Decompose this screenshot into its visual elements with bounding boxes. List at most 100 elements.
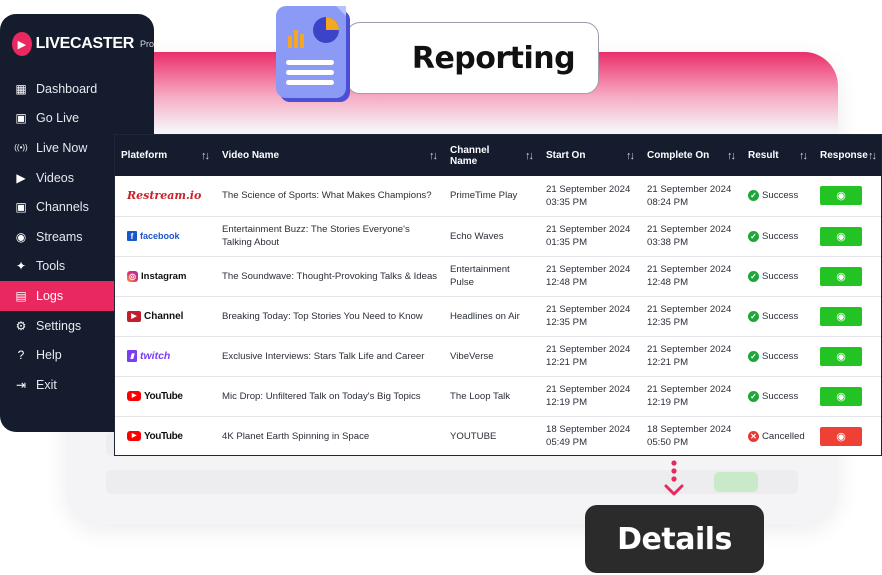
result-label: Success [762, 190, 799, 202]
response-cell: ◉ [814, 176, 881, 216]
platform-logo: ◎ Instagram [127, 270, 210, 283]
table-row[interactable]: ▶ YouTube Mic Drop: Unfiltered Talk on Tod… [115, 376, 881, 416]
report-document-icon [276, 6, 350, 102]
platform-logo: Restream.io [127, 189, 210, 202]
platform-name: Instagram [141, 270, 187, 282]
stream-icon: ◉ [15, 229, 27, 244]
column-header-response[interactable]: Response ↑↓ [814, 135, 881, 176]
result-label: Success [762, 270, 799, 282]
result-label: Success [762, 350, 799, 362]
result-label: Cancelled [762, 430, 805, 442]
response-cell: ◉ [814, 376, 881, 416]
result-cell: ✓ Success [742, 176, 814, 216]
details-label: Details [617, 521, 732, 557]
column-header-plateform[interactable]: Plateform ↑↓ [115, 135, 216, 176]
channel-name-cell: VibeVerse [450, 350, 494, 362]
table-row[interactable]: ◎ Instagram The Soundwave: Thought-Provoki… [115, 256, 881, 296]
view-response-button[interactable]: ◉ [820, 306, 862, 326]
sort-icon[interactable]: ↑↓ [201, 150, 210, 162]
sidebar-item-label: Dashboard [36, 81, 98, 96]
view-response-button[interactable]: ◉ [820, 186, 862, 206]
view-response-button[interactable]: ◉ [820, 386, 862, 406]
result-label: Success [762, 310, 799, 322]
status-badge: ✓ Success [748, 230, 808, 243]
complete-on-cell: 21 September 2024 12:35 PM [647, 304, 732, 328]
platform-cell: f facebook [115, 216, 216, 256]
platform-cell: ▮ twitch [115, 336, 216, 376]
brand-suffix: Pro [139, 39, 154, 49]
sidebar-item-label: Tools [36, 259, 66, 274]
result-label: Success [762, 230, 799, 242]
channel-name-cell: The Loop Talk [450, 390, 511, 402]
table-row[interactable]: f facebook Entertainment Buzz: The Stories… [115, 216, 881, 256]
column-header-video-name[interactable]: Video Name ↑↓ [216, 135, 444, 176]
column-header-start-on[interactable]: Start On ↑↓ [540, 135, 641, 176]
column-header-label: Complete On [647, 150, 710, 161]
sort-icon[interactable]: ↑↓ [525, 150, 534, 162]
platform-name: twitch [140, 349, 171, 362]
start-on-cell: 21 September 2024 03:35 PM [546, 183, 631, 208]
details-callout: Details [585, 505, 764, 573]
twitch-icon: ▮ [127, 350, 137, 362]
status-badge: ✓ Success [748, 390, 808, 403]
video-icon: ▶ [16, 170, 26, 185]
check-circle-icon: ✓ [748, 310, 759, 322]
channel-name-cell: Echo Waves [450, 230, 504, 242]
sidebar-item-label: Streams [36, 229, 83, 244]
reporting-label: Reporting [411, 40, 576, 76]
tools-icon: ✦ [15, 259, 27, 274]
video-name-cell: 4K Planet Earth Spinning in Space [222, 430, 370, 442]
eye-icon: ◉ [836, 190, 846, 203]
platform-cell: ▶ Channel [115, 296, 216, 336]
video-name-cell: Breaking Today: Top Stories You Need to … [222, 310, 423, 322]
eye-icon: ◉ [836, 270, 846, 283]
column-header-channel-name[interactable]: Channel Name ↑↓ [444, 135, 540, 176]
result-cell: ✓ Success [742, 216, 814, 256]
check-circle-icon: ✓ [748, 390, 759, 402]
sidebar-item-label: Go Live [36, 111, 80, 126]
start-on-cell: 21 September 2024 12:35 PM [546, 304, 631, 328]
sidebar-item-go-live[interactable]: ▣ Go Live [0, 104, 154, 134]
reporting-callout: Reporting [346, 22, 599, 94]
sidebar-item-dashboard[interactable]: ▦ Dashboard [0, 74, 154, 104]
channel-icon: ▣ [15, 200, 27, 215]
status-badge: ✕ Cancelled [748, 430, 808, 443]
sort-icon[interactable]: ↑↓ [429, 150, 438, 162]
column-header-complete-on[interactable]: Complete On ↑↓ [641, 135, 742, 176]
platform-logo: ▶ Channel [127, 310, 210, 323]
table-header-row: Plateform ↑↓ Video Name ↑↓ Channel Name ↑↓ Sta… [115, 135, 881, 176]
sidebar-item-label: Logs [36, 288, 64, 303]
status-badge: ✓ Success [748, 350, 808, 363]
table-row[interactable]: ▶ Channel Breaking Today: Top Stories You … [115, 296, 881, 336]
column-header-label: Response [820, 150, 868, 161]
result-cell: ✓ Success [742, 336, 814, 376]
response-cell: ◉ [814, 296, 881, 336]
video-name-cell: Exclusive Interviews: Stars Talk Life an… [222, 350, 425, 362]
result-cell: ✕ Cancelled [742, 416, 814, 455]
sort-icon[interactable]: ↑↓ [727, 150, 736, 162]
table-row[interactable]: ▶ YouTube 4K Planet Earth Spinning in Spac… [115, 416, 881, 455]
table-row[interactable]: ▮ twitch Exclusive Interviews: Stars Talk … [115, 336, 881, 376]
view-response-button[interactable]: ◉ [820, 426, 862, 446]
response-cell: ◉ [814, 256, 881, 296]
table-body: Restream.io The Science of Sports: What M… [115, 176, 881, 455]
instagram-icon: ◎ [127, 270, 138, 282]
sort-icon[interactable]: ↑↓ [799, 150, 808, 162]
table-row[interactable]: Restream.io The Science of Sports: What M… [115, 176, 881, 216]
sidebar-item-label: Exit [36, 377, 57, 392]
column-header-result[interactable]: Result ↑↓ [742, 135, 814, 176]
platform-logo: f facebook [127, 230, 210, 243]
start-on-cell: 21 September 2024 12:21 PM [546, 344, 631, 368]
view-response-button[interactable]: ◉ [820, 346, 862, 366]
app-logo[interactable]: ▶ LIVECASTER Pro [0, 24, 154, 64]
check-circle-icon: ✓ [748, 350, 759, 362]
youtube-icon: ▶ [127, 431, 141, 441]
video-name-cell: The Science of Sports: What Makes Champi… [222, 190, 432, 202]
view-response-button[interactable]: ◉ [820, 266, 862, 286]
sidebar-item-label: Live Now [36, 140, 88, 155]
view-response-button[interactable]: ◉ [820, 226, 862, 246]
status-badge: ✓ Success [748, 310, 808, 323]
sort-icon[interactable]: ↑↓ [868, 150, 877, 162]
help-icon: ? [17, 348, 25, 363]
sort-icon[interactable]: ↑↓ [626, 150, 635, 162]
